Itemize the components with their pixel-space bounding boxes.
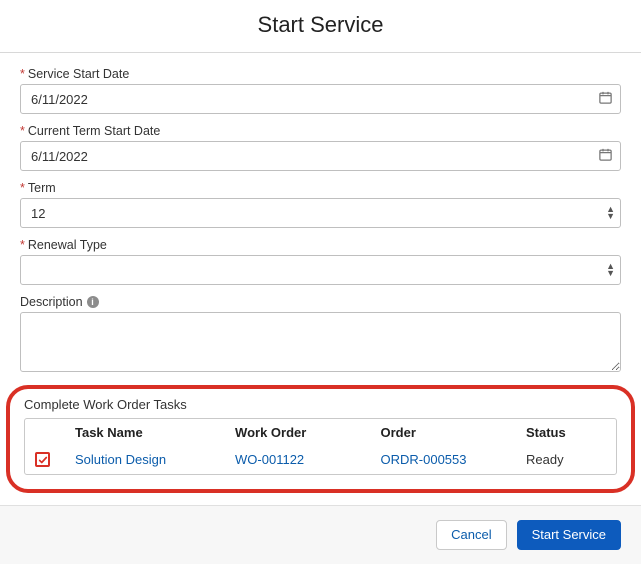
renewal-type-field: ▲▼ — [20, 255, 621, 285]
description-field — [20, 312, 621, 375]
col-task-header: Task Name — [75, 425, 235, 440]
service-start-date-field — [20, 84, 621, 114]
current-term-start-date-field — [20, 141, 621, 171]
info-icon: i — [87, 296, 99, 308]
renewal-type-label: * Renewal Type — [20, 238, 621, 252]
service-start-date-label: * Service Start Date — [20, 67, 621, 81]
tasks-header-row: Task Name Work Order Order Status — [25, 419, 616, 446]
required-asterisk: * — [20, 238, 25, 252]
col-status-header: Status — [526, 425, 606, 440]
task-status: Ready — [526, 452, 606, 467]
order-link[interactable]: ORDR-000553 — [381, 452, 526, 467]
current-term-start-date-input[interactable] — [20, 141, 621, 171]
required-asterisk: * — [20, 67, 25, 81]
term-input[interactable] — [20, 198, 621, 228]
description-textarea[interactable] — [20, 312, 621, 372]
service-start-date-input[interactable] — [20, 84, 621, 114]
required-asterisk: * — [20, 124, 25, 138]
col-wo-header: Work Order — [235, 425, 380, 440]
description-label: Description i — [20, 295, 621, 309]
term-field: ▲▼ — [20, 198, 621, 228]
start-service-dialog: Start Service * Service Start Date * Cur… — [0, 0, 641, 564]
task-checkbox[interactable] — [35, 452, 50, 467]
term-label: * Term — [20, 181, 621, 195]
dialog-title: Start Service — [0, 0, 641, 53]
work-order-link[interactable]: WO-001122 — [235, 452, 380, 467]
col-order-header: Order — [381, 425, 526, 440]
table-row: Solution Design WO-001122 ORDR-000553 Re… — [25, 446, 616, 474]
start-service-button[interactable]: Start Service — [517, 520, 621, 550]
complete-work-order-tasks-section: Complete Work Order Tasks Task Name Work… — [6, 385, 635, 493]
cancel-button[interactable]: Cancel — [436, 520, 506, 550]
tasks-table: Task Name Work Order Order Status Soluti… — [24, 418, 617, 475]
form-body: * Service Start Date * Current Term Star… — [0, 53, 641, 375]
current-term-start-date-label: * Current Term Start Date — [20, 124, 621, 138]
renewal-type-input[interactable] — [20, 255, 621, 285]
tasks-section-label: Complete Work Order Tasks — [24, 397, 617, 412]
task-name-link[interactable]: Solution Design — [75, 452, 235, 467]
required-asterisk: * — [20, 181, 25, 195]
